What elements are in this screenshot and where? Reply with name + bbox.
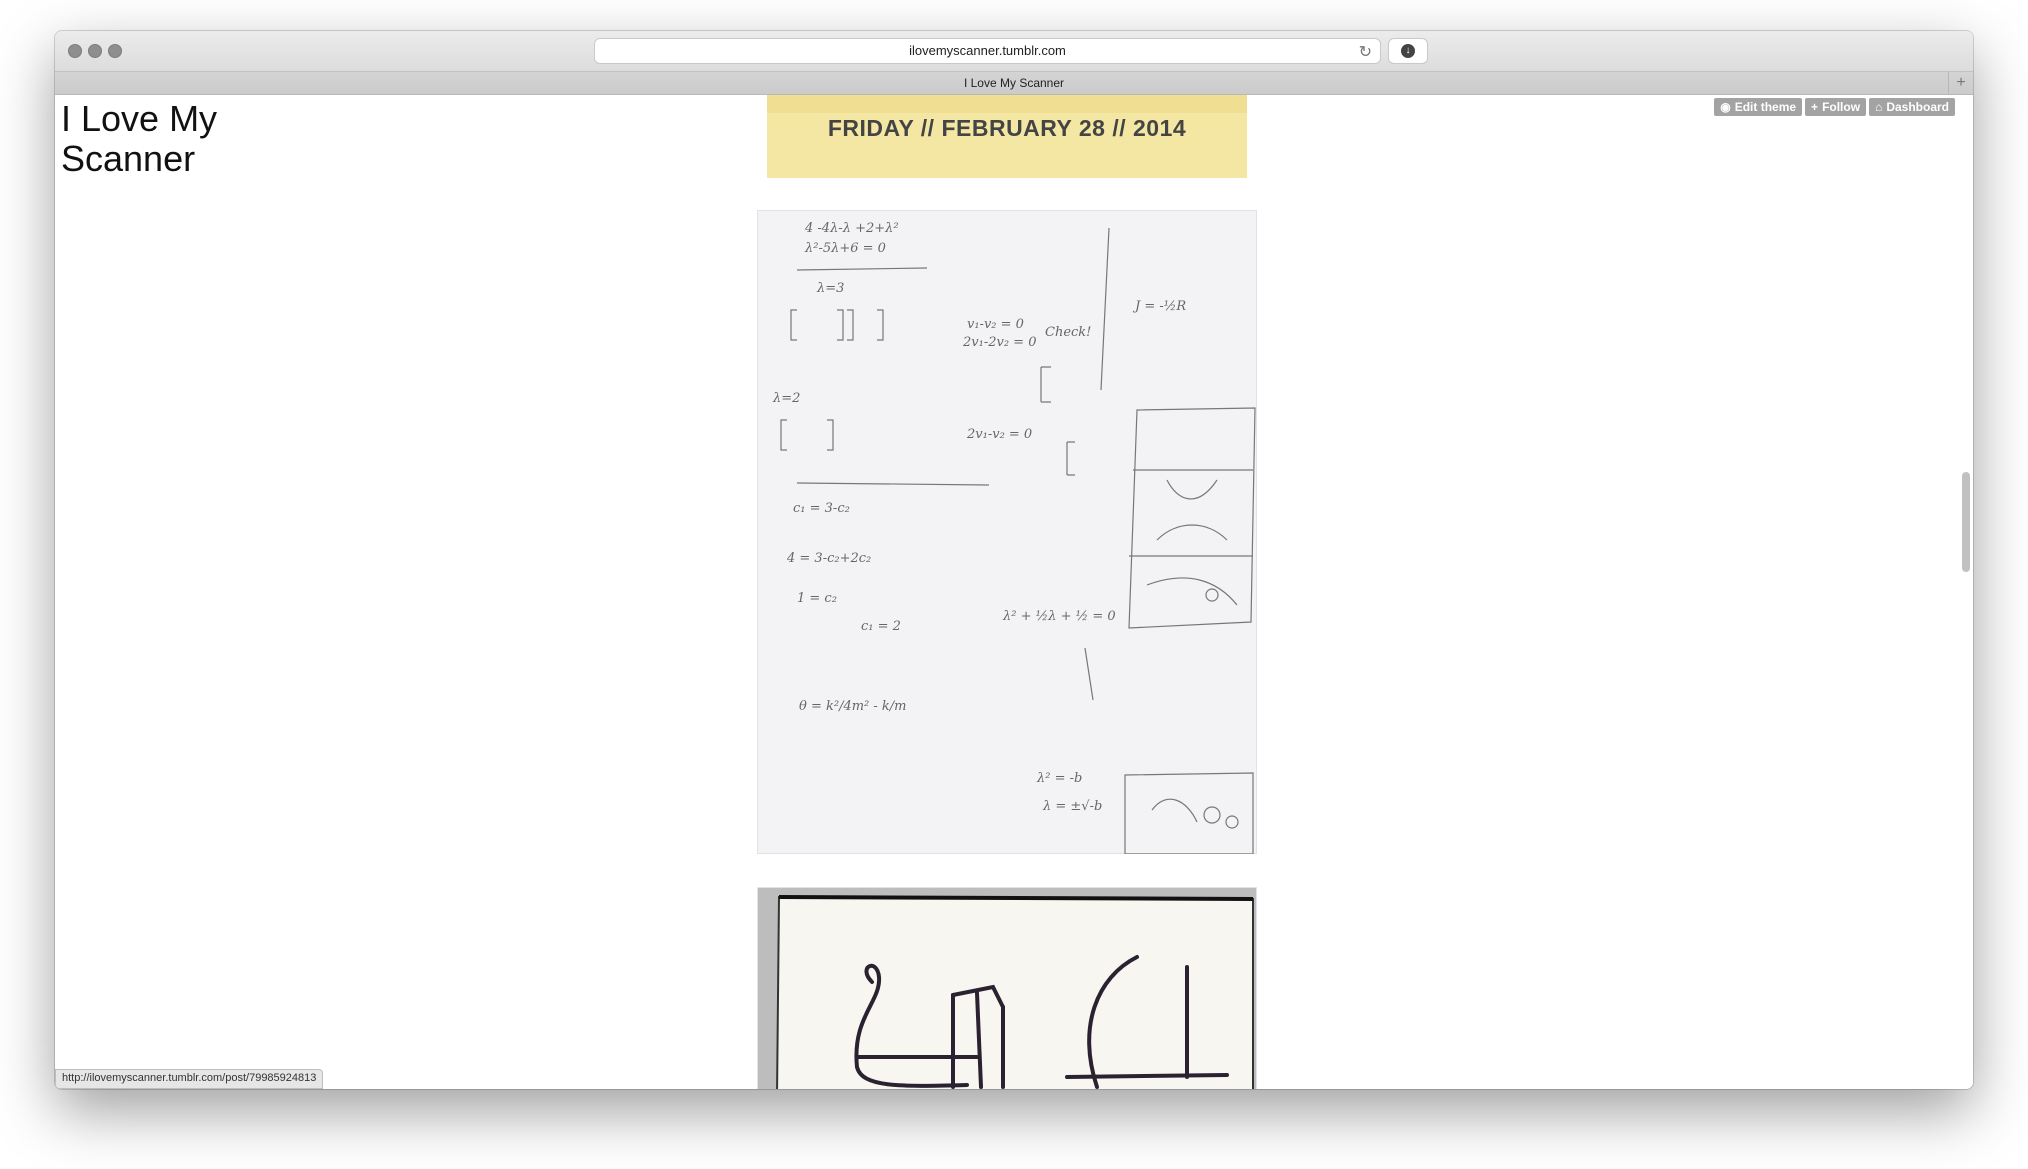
handwritten-math-scan: 4 -4λ-λ +2+λ² λ²-5λ+6 = 0 λ=3 v₁-v₂ = 0 … [772,221,1256,855]
downloads-button[interactable]: ↓ [1389,39,1427,63]
follow-label: Follow [1822,100,1861,114]
math-line: λ²-5λ+6 = 0 [804,241,886,256]
address-url: ilovemyscanner.tumblr.com [909,43,1066,58]
blog-title[interactable]: I Love My Scanner [61,99,301,179]
download-icon: ↓ [1401,44,1415,58]
math-line: c₁ = 3-c₂ [793,501,850,516]
math-line: θ = k²/4m² - k/m [799,699,907,714]
address-bar[interactable]: ilovemyscanner.tumblr.com ↻ [595,39,1380,63]
math-line: 1 = c₂ [797,591,837,606]
math-line: 2v₁-v₂ = 0 [966,427,1032,442]
math-line: 2v₁-2v₂ = 0 [962,335,1036,350]
notebook-sketch-scan: 4 4 [757,887,1254,1089]
edit-theme-label: Edit theme [1734,100,1797,114]
edit-theme-button[interactable]: ◉ Edit theme [1714,98,1803,116]
date-header-image: FRIDAY // FEBRUARY 28 // 2014 [767,95,1247,178]
sketch-glyphs: 4 4 [757,887,779,891]
browser-toolbar: ilovemyscanner.tumblr.com ↻ ↓ [55,31,1973,72]
eye-icon: ◉ [1720,100,1731,114]
follow-button[interactable]: + Follow [1805,98,1867,116]
scanned-math-notes[interactable]: 4 -4λ-λ +2+λ² λ²-5λ+6 = 0 λ=3 v₁-v₂ = 0 … [757,210,1257,855]
zoom-window-button[interactable] [108,44,122,58]
math-line: λ=3 [816,281,844,296]
status-bar-url: http://ilovemyscanner.tumblr.com/post/79… [55,1069,324,1089]
tab-title[interactable]: I Love My Scanner [964,76,1064,90]
math-line: 4 -4λ-λ +2+λ² [804,221,899,236]
math-line: v₁-v₂ = 0 [967,317,1024,332]
tumblr-controls: ◉ Edit theme + Follow ⌂ Dashboard [1714,98,1955,116]
close-window-button[interactable] [68,44,82,58]
new-tab-button[interactable]: + [1948,72,1973,94]
scanned-notebook-drawing[interactable]: 4 4 [757,887,1257,1089]
math-line: J = -½R [1132,299,1186,314]
math-line: Check! [1045,325,1091,340]
math-line: c₁ = 2 [861,619,901,634]
math-line: 4 = 3-c₂+2c₂ [786,551,871,566]
math-line: λ = ±√-b [1042,799,1102,814]
page-content: I Love My Scanner FRIDAY // FEBRUARY 28 … [55,95,1973,1089]
math-line: λ² + ½λ + ½ = 0 [1002,609,1116,624]
home-icon: ⌂ [1875,100,1883,114]
dashboard-button[interactable]: ⌂ Dashboard [1869,98,1955,116]
reload-icon[interactable]: ↻ [1359,41,1372,65]
date-header-text: FRIDAY // FEBRUARY 28 // 2014 [827,115,1187,141]
browser-window: ilovemyscanner.tumblr.com ↻ ↓ I Love My … [55,31,1973,1089]
header-strip [767,95,1247,113]
minimize-window-button[interactable] [88,44,102,58]
dashboard-label: Dashboard [1886,100,1949,114]
math-line: λ=2 [772,391,800,406]
page-scrollbar[interactable] [1962,472,1970,572]
plus-icon: + [1811,100,1819,114]
math-line: λ² = -b [1036,771,1082,786]
tab-bar: I Love My Scanner + [55,72,1973,95]
